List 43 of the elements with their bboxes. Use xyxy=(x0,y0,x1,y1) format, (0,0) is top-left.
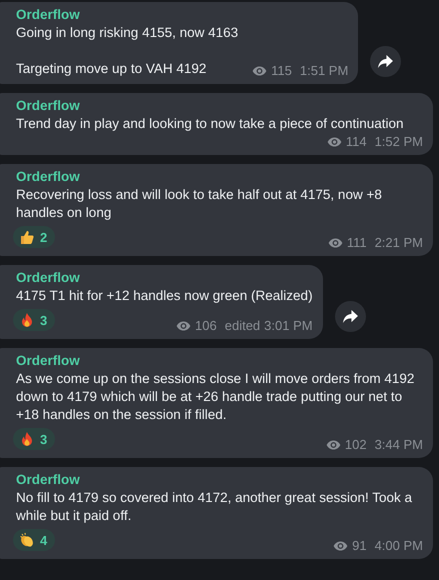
message-text: Trend day in play and looking to now take a piece of continuation xyxy=(16,115,404,133)
sender-name[interactable]: Orderflow xyxy=(16,471,80,489)
sender-name[interactable]: Orderflow xyxy=(16,269,80,287)
reaction-button[interactable]: 3 xyxy=(13,428,56,450)
fire-icon xyxy=(19,312,35,328)
reaction-button[interactable]: 4 xyxy=(13,529,56,551)
share-arrow-icon xyxy=(342,310,358,323)
forward-button[interactable] xyxy=(370,46,402,77)
message-text: Going in long risking 4155, now 4163 Targeting move up to VAH 4192 xyxy=(16,24,238,78)
message-time: 3:01 PM xyxy=(264,317,313,335)
sender-name[interactable]: Orderflow xyxy=(16,168,80,186)
message-time: 1:52 PM xyxy=(374,133,423,151)
thumbs-up-icon xyxy=(19,229,35,245)
sender-name[interactable]: Orderflow xyxy=(16,97,80,115)
sender-name[interactable]: Orderflow xyxy=(16,6,80,24)
eye-icon xyxy=(176,321,192,331)
eye-icon xyxy=(326,440,341,450)
view-count: 91 xyxy=(352,537,367,555)
message-text: As we come up on the sessions close I will move orders from 4192 down to 4179 which will be at +26 handle trade putting our net to +18 handles on the session if filled. xyxy=(16,370,416,424)
view-count: 114 xyxy=(346,133,367,151)
clapping-hands-icon xyxy=(19,532,35,548)
view-count: 102 xyxy=(344,436,367,454)
sender-name[interactable]: Orderflow xyxy=(16,352,80,370)
message-time: 3:44 PM xyxy=(374,436,423,454)
message-time: 2:21 PM xyxy=(374,234,423,252)
reaction-button[interactable]: 3 xyxy=(13,309,56,331)
view-count: 106 xyxy=(195,317,217,335)
message-text: 4175 T1 hit for +12 handles now green (Realized) xyxy=(16,287,313,305)
fire-icon xyxy=(19,431,35,447)
eye-icon xyxy=(333,541,348,551)
view-count: 115 xyxy=(271,62,292,80)
share-arrow-icon xyxy=(378,55,394,68)
message-time: 4:00 PM xyxy=(374,537,423,555)
eye-icon xyxy=(328,238,343,248)
reaction-button[interactable]: 2 xyxy=(13,226,56,248)
edited-label: edited xyxy=(224,317,260,335)
message-text: No fill to 4179 so covered into 4172, another great session! Took a while but it paid off. xyxy=(16,489,414,525)
message-time: 1:51 PM xyxy=(300,62,348,80)
eye-icon xyxy=(326,137,342,147)
eye-icon xyxy=(252,66,268,76)
forward-button[interactable] xyxy=(334,301,366,332)
view-count: 111 xyxy=(346,234,367,252)
message-text: Recovering loss and will look to take half out at 4175, now +8 handles on long xyxy=(16,186,383,222)
